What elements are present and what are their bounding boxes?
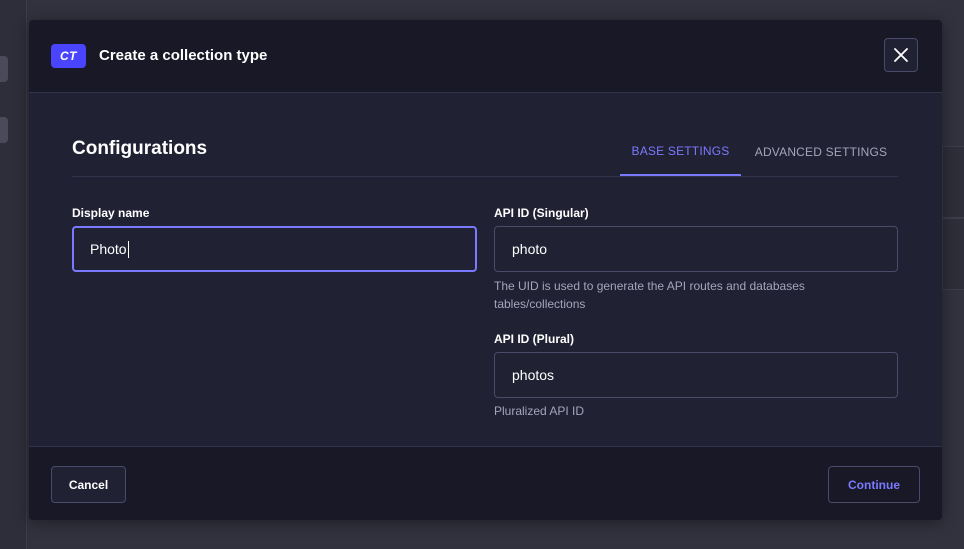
configurations-title: Configurations — [72, 138, 208, 159]
modal-title: Create a collection type — [99, 47, 268, 64]
text-caret — [127, 240, 129, 258]
background-nav-item — [0, 117, 8, 143]
tabs-divider — [72, 176, 898, 177]
api-singular-input[interactable]: photo — [494, 226, 898, 272]
tab-advanced-settings[interactable]: ADVANCED SETTINGS — [741, 128, 901, 176]
display-name-value: Photo — [90, 241, 127, 257]
api-singular-value: photo — [512, 241, 548, 257]
modal-footer: Cancel Continue — [29, 446, 942, 520]
background-panel — [942, 146, 964, 218]
create-collection-modal: CT Create a collection type Configuratio… — [29, 20, 942, 520]
background-nav-item — [0, 56, 8, 82]
display-name-label: Display name — [72, 206, 150, 220]
cancel-button[interactable]: Cancel — [51, 466, 126, 503]
api-singular-hint: The UID is used to generate the API rout… — [494, 279, 805, 311]
continue-button[interactable]: Continue — [828, 466, 920, 503]
background-panel — [942, 218, 964, 290]
background-sidebar — [0, 0, 27, 549]
tab-base-settings[interactable]: BASE SETTINGS — [620, 128, 741, 176]
close-button[interactable] — [884, 38, 918, 72]
api-plural-hint: Pluralized API ID — [494, 404, 585, 418]
api-singular-label: API ID (Singular) — [494, 206, 589, 220]
collection-type-badge: CT — [51, 44, 86, 68]
api-plural-input[interactable]: photos — [494, 352, 898, 398]
api-plural-label: API ID (Plural) — [494, 332, 575, 346]
display-name-input[interactable]: Photo — [72, 226, 477, 272]
modal-header: CT Create a collection type — [29, 20, 942, 93]
close-icon — [894, 48, 908, 62]
api-plural-value: photos — [512, 367, 555, 383]
